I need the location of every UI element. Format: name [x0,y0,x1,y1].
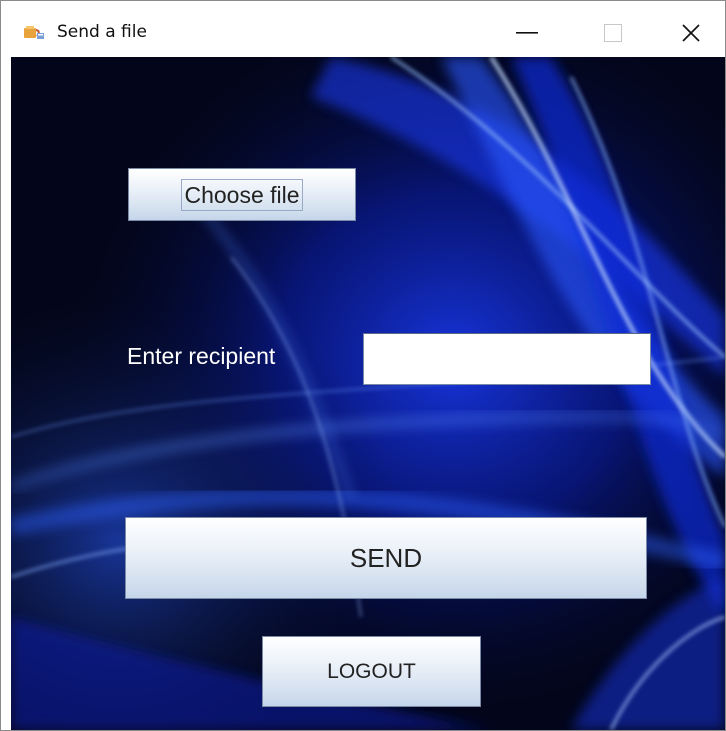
content-panel: Choose file Enter recipient SEND LOGOUT [11,57,725,730]
send-button[interactable]: SEND [125,517,647,599]
maximize-button[interactable] [583,13,643,53]
recipient-label: Enter recipient [127,343,276,369]
title-bar[interactable]: Send a file [1,1,725,57]
blue-swirl-background [11,57,725,730]
close-icon [681,23,701,43]
send-file-window: Send a file Choose file Enter recipient … [0,0,726,731]
window-title: Send a file [57,22,147,42]
java-cup-icon [23,24,45,40]
minimize-icon [516,31,538,35]
logout-button[interactable]: LOGOUT [262,636,481,707]
close-button[interactable] [661,13,721,53]
maximize-icon [604,24,622,42]
choose-file-button[interactable]: Choose file [128,168,356,221]
send-label: SEND [349,542,423,573]
choose-file-label: Choose file [181,178,303,211]
logout-label: LOGOUT [327,659,416,683]
minimize-button[interactable] [497,13,557,53]
recipient-input[interactable] [363,333,651,385]
